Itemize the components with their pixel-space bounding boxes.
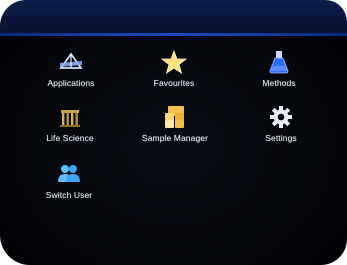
top-bar: [0, 0, 347, 33]
users-icon: [58, 165, 80, 182]
gear-icon: [270, 106, 292, 128]
applications-icon: [59, 52, 83, 69]
menu-item-label: Sample Manager: [141, 133, 209, 143]
menu-item-life-science[interactable]: Life Science: [15, 105, 125, 143]
menu-item-label: Settings: [265, 133, 297, 143]
menu-item-label: Favourites: [153, 78, 195, 88]
screen-frame: Applications Favourites Methods Life Sci…: [0, 0, 347, 265]
menu-item-favourites[interactable]: Favourites: [119, 50, 229, 88]
sample-manager-icon: [165, 106, 184, 128]
menu-item-switch-user[interactable]: Switch User: [14, 162, 124, 200]
menu-item-label: Switch User: [45, 190, 93, 200]
menu-item-label: Methods: [262, 78, 296, 88]
menu-item-settings[interactable]: Settings: [226, 105, 336, 143]
life-science-icon: [60, 110, 80, 127]
star-icon: [161, 50, 187, 74]
menu-item-methods[interactable]: Methods: [224, 50, 334, 88]
menu-item-applications[interactable]: Applications: [16, 50, 126, 88]
menu-item-label: Applications: [47, 78, 95, 88]
menu-item-label: Life Science: [46, 133, 94, 143]
top-bar-divider: [0, 33, 347, 36]
menu-item-sample-manager[interactable]: Sample Manager: [120, 105, 230, 143]
flask-icon: [269, 51, 289, 74]
